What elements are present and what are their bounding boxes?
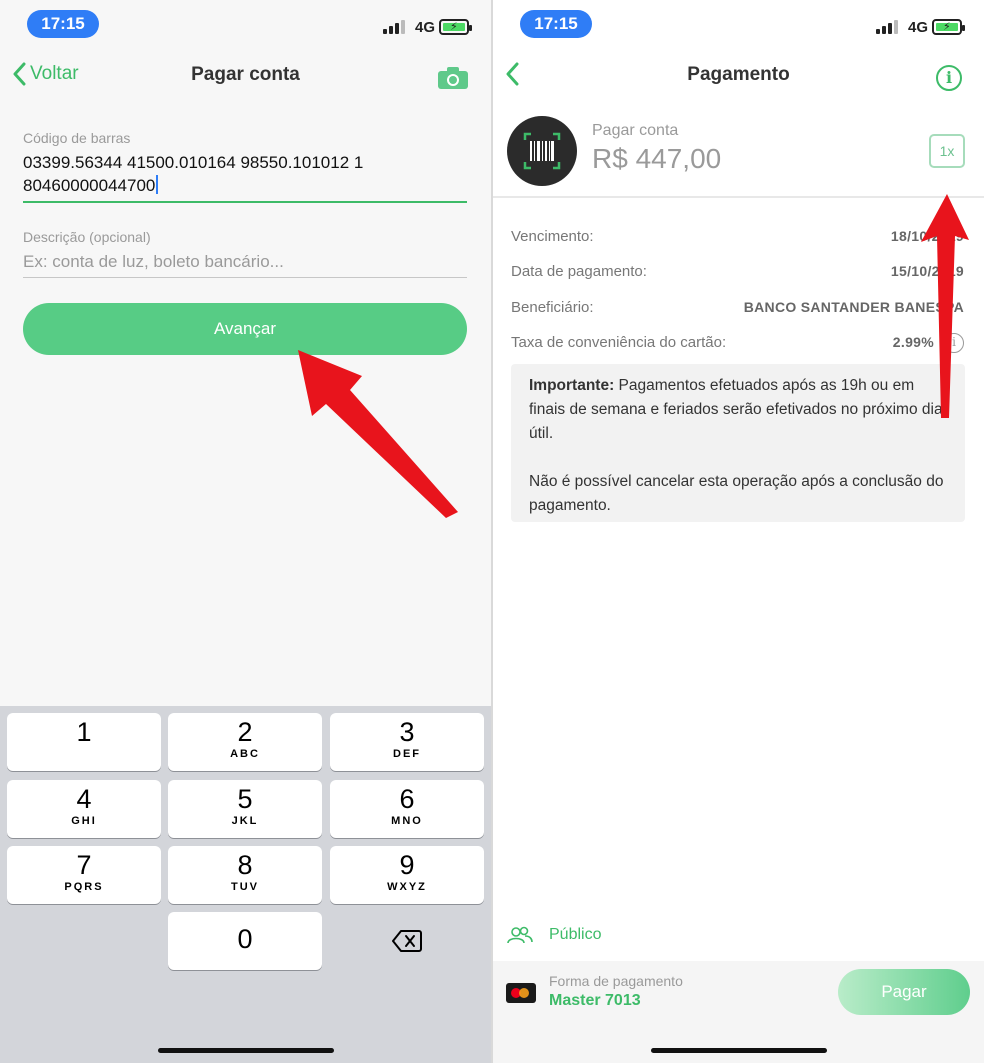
detail-row-due-date: Vencimento: 18/10/2019 — [511, 228, 964, 245]
annotation-arrow-icon — [921, 194, 969, 418]
key-6[interactable]: 6 MNO — [330, 780, 484, 838]
key-1[interactable]: 1 — [7, 713, 161, 771]
payment-method-bar: Forma de pagamento Master 7013 Pagar — [493, 961, 984, 1063]
camera-icon[interactable] — [437, 66, 469, 95]
visibility-label: Público — [549, 926, 602, 943]
description-input[interactable]: Ex: conta de luz, boleto bancário... — [23, 252, 284, 272]
page-title: Pagar conta — [191, 64, 300, 85]
detail-row-fee: Taxa de conveniência do cartão: 2.99% i — [511, 333, 964, 353]
barcode-icon — [523, 132, 561, 170]
key-7[interactable]: 7 PQRS — [7, 846, 161, 904]
detail-label: Taxa de conveniência do cartão: — [511, 334, 727, 351]
home-indicator — [650, 1048, 827, 1053]
payment-amount: R$ 447,00 — [592, 143, 722, 174]
page-title: Pagamento — [687, 64, 790, 85]
text-caret — [156, 175, 159, 194]
status-bar: 17:15 4G ⚡ — [493, 0, 984, 48]
visibility-selector[interactable]: Público — [507, 926, 601, 944]
important-notice: Importante: Pagamentos efetuados após as… — [511, 364, 965, 522]
barcode-value-line2: 80460000044700 — [23, 176, 156, 195]
delete-key[interactable] — [330, 912, 484, 970]
detail-row-beneficiary: Beneficiário: BANCO SANTANDER BANESPA — [511, 299, 964, 316]
annotation-arrow-icon — [298, 350, 458, 518]
network-type: 4G — [414, 19, 435, 36]
status-bar: 17:15 4G ⚡ — [0, 0, 491, 48]
left-screen: 17:15 4G ⚡ Voltar Pagar conta Código de … — [0, 0, 491, 1063]
numeric-keypad: 1 2 ABC 3 DEF 4 GHI 5 JKL 6 MNO 7 PQRS 8 TUV 9W… — [0, 706, 491, 1063]
right-screen: 17:15 4G ⚡ Pagamento i Pagar conta R$ 44… — [493, 0, 984, 1063]
key-0[interactable]: 0 — [168, 912, 322, 970]
battery-icon: ⚡ — [932, 19, 965, 35]
key-8[interactable]: 8 TUV — [168, 846, 322, 904]
summary-label: Pagar conta — [592, 122, 679, 139]
barcode-value-line1: 03399.56344 41500.010164 98550.101012 1 — [23, 153, 364, 172]
status-time: 17:15 — [27, 10, 99, 38]
payment-summary: Pagar conta R$ 447,00 1x — [493, 104, 984, 198]
pay-button[interactable]: Pagar — [838, 969, 970, 1015]
signal-icon — [383, 20, 405, 34]
barcode-label: Código de barras — [23, 130, 131, 146]
payment-card[interactable]: Master 7013 — [549, 992, 641, 1010]
key-3[interactable]: 3 DEF — [330, 713, 484, 771]
detail-row-payment-date: Data de pagamento: 15/10/2019 — [511, 263, 964, 280]
detail-label: Beneficiário: — [511, 299, 594, 316]
info-icon[interactable]: i — [936, 65, 962, 91]
payment-method-label: Forma de pagamento — [549, 973, 683, 989]
key-9[interactable]: 9 WXYZ — [330, 846, 484, 904]
key-4[interactable]: 4 GHI — [7, 780, 161, 838]
barcode-avatar — [507, 116, 577, 186]
home-indicator — [157, 1048, 334, 1053]
barcode-input[interactable]: 03399.56344 41500.010164 98550.101012 1 … — [23, 151, 423, 197]
description-label: Descrição (opcional) — [23, 229, 151, 245]
installments-button[interactable]: 1x — [929, 134, 965, 168]
network-type: 4G — [907, 19, 928, 36]
signal-icon — [876, 20, 898, 34]
key-5[interactable]: 5 JKL — [168, 780, 322, 838]
notice-text-2: Não é possível cancelar esta operação ap… — [529, 473, 944, 514]
detail-label: Data de pagamento: — [511, 263, 647, 280]
notice-bold: Importante: — [529, 377, 615, 394]
battery-icon: ⚡ — [439, 19, 472, 35]
description-underline — [23, 277, 467, 278]
key-2[interactable]: 2 ABC — [168, 713, 322, 771]
status-time: 17:15 — [520, 10, 592, 38]
nav-bar: Pagamento i — [493, 48, 984, 104]
backspace-icon — [392, 930, 422, 952]
mastercard-icon — [506, 983, 536, 1003]
nav-bar: Voltar Pagar conta — [0, 48, 491, 104]
barcode-underline — [23, 201, 467, 203]
people-icon — [507, 926, 533, 944]
detail-label: Vencimento: — [511, 228, 594, 245]
